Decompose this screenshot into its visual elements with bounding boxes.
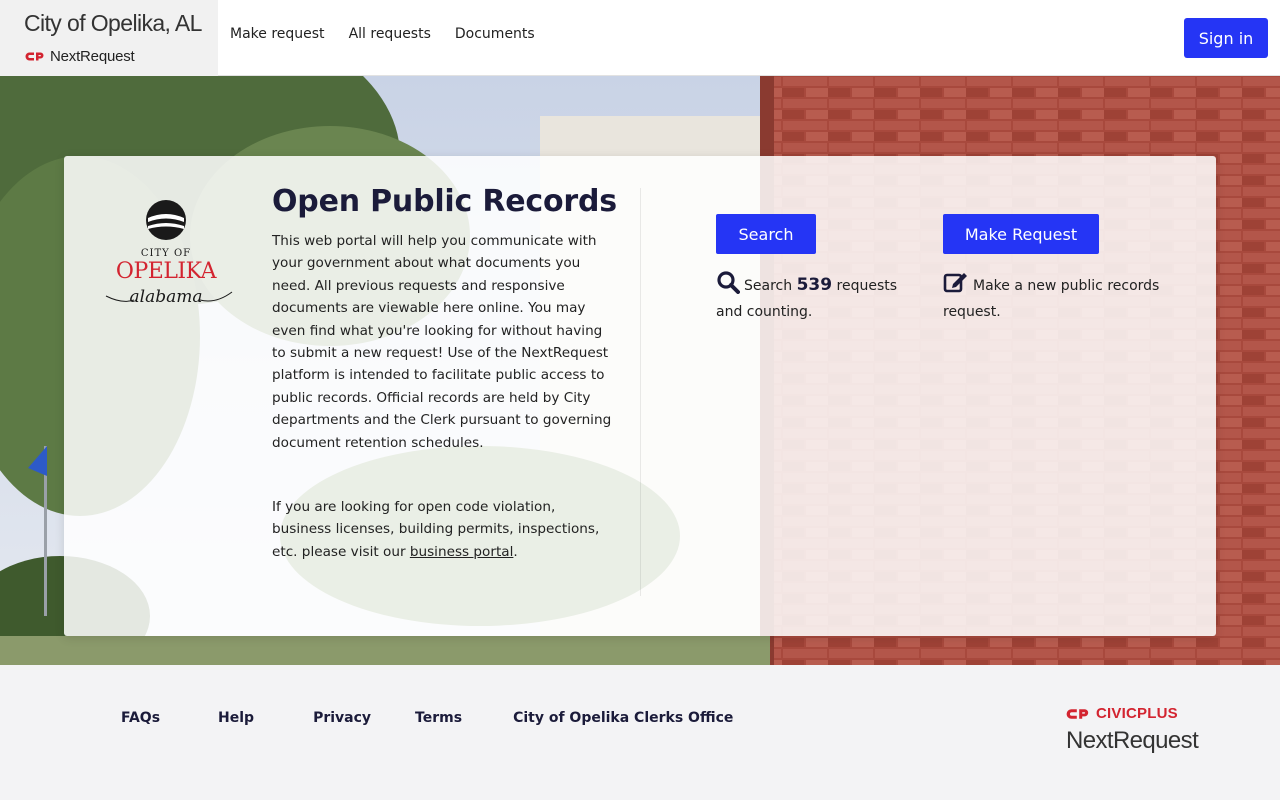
- civicplus-name: CIVICPLUS: [1096, 705, 1178, 722]
- page-title: Open Public Records: [272, 184, 617, 219]
- make-request-summary: Make a new public records request.: [943, 270, 1173, 323]
- make-request-button[interactable]: Make Request: [943, 214, 1099, 254]
- city-name: City of Opelika, AL: [24, 10, 202, 36]
- make-request-text: Make a new public records request.: [943, 278, 1160, 320]
- brand-block[interactable]: City of Opelika, AL NextRequest: [0, 0, 218, 76]
- footer-clerks-office-link[interactable]: City of Opelika Clerks Office: [513, 710, 733, 726]
- search-summary: Search 539 requests and counting.: [716, 270, 916, 323]
- card-divider: [640, 188, 641, 596]
- opelika-emblem-icon: CITY OF OPELIKA alabama: [105, 200, 233, 307]
- business-portal-link[interactable]: business portal: [410, 544, 514, 560]
- civicplus-logo[interactable]: CIVICPLUS: [1066, 705, 1178, 722]
- footer-terms-link[interactable]: Terms: [415, 710, 462, 726]
- logo-city-of: CITY OF: [141, 248, 191, 259]
- request-count: 539: [796, 275, 833, 295]
- footer-help-link[interactable]: Help: [218, 710, 254, 726]
- edit-icon: [943, 270, 969, 301]
- logo-alabama: alabama: [130, 287, 203, 307]
- footer-links: FAQs Help Privacy Terms City of Opelika …: [121, 710, 791, 726]
- brand-product-name: NextRequest: [50, 48, 135, 65]
- civicplus-mark-icon: [25, 52, 44, 61]
- top-header: City of Opelika, AL NextRequest Make req…: [0, 0, 1280, 76]
- nav-all-requests[interactable]: All requests: [349, 26, 431, 42]
- footer-privacy-link[interactable]: Privacy: [313, 710, 371, 726]
- footer: FAQs Help Privacy Terms City of Opelika …: [0, 665, 1280, 800]
- nextrequest-brand: NextRequest: [25, 48, 135, 65]
- sign-in-button[interactable]: Sign in: [1184, 18, 1268, 58]
- info-card: CITY OF OPELIKA alabama Open Public Reco…: [64, 156, 1216, 636]
- footer-product-name: NextRequest: [1066, 727, 1199, 754]
- nav-make-request[interactable]: Make request: [230, 26, 325, 42]
- portal-description: This web portal will help you communicat…: [272, 233, 612, 451]
- nav-documents[interactable]: Documents: [455, 26, 535, 42]
- search-button[interactable]: Search: [716, 214, 816, 254]
- opelika-logo: CITY OF OPELIKA alabama: [102, 196, 236, 312]
- main-nav: Make request All requests Documents: [230, 26, 535, 42]
- notice-suffix: .: [513, 543, 518, 560]
- search-text-before: Search: [744, 278, 793, 294]
- hero-section: CITY OF OPELIKA alabama Open Public Reco…: [0, 76, 1280, 665]
- business-portal-notice: If you are looking for open code violati…: [272, 496, 618, 563]
- logo-opelika: OPELIKA: [116, 259, 218, 284]
- civicplus-mark-icon: [1066, 708, 1089, 719]
- footer-faqs-link[interactable]: FAQs: [121, 710, 160, 726]
- search-icon: [716, 270, 740, 301]
